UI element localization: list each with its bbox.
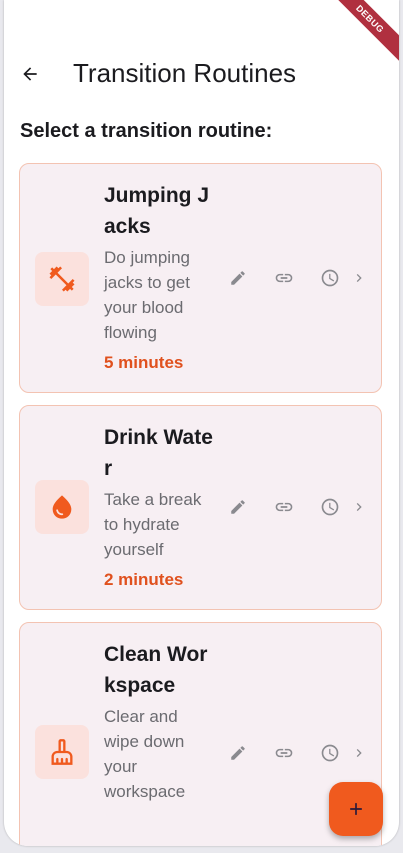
link-button[interactable]: [272, 741, 296, 765]
edit-button[interactable]: [226, 741, 250, 765]
chevron-right-icon: [356, 274, 362, 282]
link-icon: [275, 273, 293, 283]
open-routine-button[interactable]: [350, 495, 368, 519]
pencil-icon: [231, 746, 245, 760]
back-button[interactable]: [16, 60, 44, 88]
routine-actions: [226, 495, 376, 519]
plus-icon: [350, 803, 362, 815]
clock-icon: [321, 744, 339, 762]
routine-duration: 2 minutes: [104, 570, 184, 589]
dumbbell-icon: [49, 266, 75, 292]
section-heading: Select a transition routine:: [20, 120, 273, 142]
pencil-icon: [231, 271, 245, 285]
routine-duration: 5 minutes: [104, 353, 184, 372]
routine-card[interactable]: Jumping Jacks Do jumping jacks to get yo…: [19, 163, 382, 393]
routine-title: Drink Water: [104, 426, 213, 480]
routine-icon-box: [35, 725, 89, 779]
app-bar: Transition Routines: [4, 50, 399, 98]
add-routine-button[interactable]: [329, 782, 383, 836]
link-button[interactable]: [272, 266, 296, 290]
routine-text: Drink Water Take a break to hydrate your…: [104, 422, 214, 590]
chevron-right-icon: [356, 749, 362, 757]
routine-description: Clear and wipe down your workspace: [104, 707, 186, 801]
routine-icon-box: [35, 480, 89, 534]
schedule-button[interactable]: [318, 741, 342, 765]
routine-text: Jumping Jacks Do jumping jacks to get yo…: [104, 180, 214, 373]
schedule-button[interactable]: [318, 495, 342, 519]
routine-icon-box: [35, 252, 89, 306]
link-button[interactable]: [272, 495, 296, 519]
routine-description: Do jumping jacks to get your blood flowi…: [104, 248, 190, 342]
routine-actions: [226, 266, 376, 290]
edit-button[interactable]: [226, 495, 250, 519]
phone-screen: DEBUG Transition Routines Select a trans…: [4, 0, 399, 846]
routine-card[interactable]: Drink Water Take a break to hydrate your…: [19, 405, 382, 610]
page-title: Transition Routines: [73, 58, 297, 88]
pencil-icon: [231, 500, 245, 514]
water-drop-icon: [52, 495, 72, 519]
link-icon: [275, 748, 293, 758]
routine-actions: [226, 741, 376, 765]
clock-icon: [321, 269, 339, 287]
arrow-left-icon: [23, 67, 37, 81]
routine-card[interactable]: Clean Workspace Clear and wipe down your…: [19, 622, 382, 846]
chevron-right-icon: [356, 503, 362, 511]
routine-title: Jumping Jacks: [104, 184, 210, 238]
broom-icon: [51, 739, 73, 765]
routine-description: Take a break to hydrate yourself: [104, 490, 202, 559]
open-routine-button[interactable]: [350, 741, 368, 765]
clock-icon: [321, 498, 339, 516]
schedule-button[interactable]: [318, 266, 342, 290]
routine-title: Clean Workspace: [104, 643, 208, 697]
edit-button[interactable]: [226, 266, 250, 290]
link-icon: [275, 502, 293, 512]
open-routine-button[interactable]: [350, 266, 368, 290]
routine-text: Clean Workspace Clear and wipe down your…: [104, 639, 214, 804]
